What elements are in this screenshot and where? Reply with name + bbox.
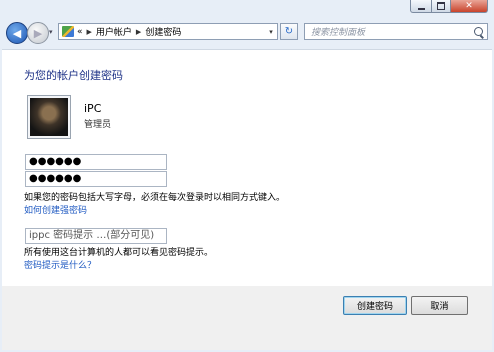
chevron-right-icon: ▶ (135, 27, 142, 36)
password-hint-field[interactable]: ippc 密码提示 …(部分可见) (25, 228, 167, 244)
breadcrumb-item-user-accounts[interactable]: 用户帐户 (96, 25, 132, 38)
history-dropdown-icon[interactable]: ▾ (49, 28, 53, 36)
maximize-icon (437, 2, 445, 10)
minimize-button[interactable] (410, 0, 432, 13)
search-placeholder[interactable]: 搜索控制面板 (305, 25, 365, 38)
window: ✕ ◀ ▶ ▾ « ▶ 用户帐户 ▶ 创建密码 ▾ ↻ 搜索控制面板 为您的帐户… (0, 0, 494, 352)
password-hint-link[interactable]: 密码提示是什么？ (24, 258, 96, 271)
maximize-button[interactable] (432, 0, 451, 13)
search-icon[interactable] (474, 27, 483, 36)
navigation-bar: ◀ ▶ ▾ « ▶ 用户帐户 ▶ 创建密码 ▾ ↻ 搜索控制面板 (0, 18, 494, 46)
breadcrumb-item-create-password[interactable]: 创建密码 (145, 25, 181, 38)
breadcrumb-overflow[interactable]: « (77, 27, 83, 37)
user-picture (30, 98, 68, 136)
back-arrow-icon: ◀ (12, 26, 22, 40)
main-content: 为您的帐户创建密码 iPC 管理员 ●●●●●● ●●●●●● 如果您的密码包括… (2, 49, 492, 287)
refresh-icon: ↻ (284, 26, 294, 37)
chevron-right-icon: ▶ (86, 27, 92, 36)
close-button[interactable]: ✕ (451, 0, 488, 13)
address-bar[interactable]: « ▶ 用户帐户 ▶ 创建密码 ▾ (58, 23, 278, 40)
confirm-password-field[interactable]: ●●●●●● (25, 171, 167, 187)
control-panel-icon (62, 26, 74, 37)
user-name: iPC (84, 102, 102, 115)
new-password-field[interactable]: ●●●●●● (25, 154, 167, 170)
button-bar: 创建密码 取消 (2, 286, 492, 350)
close-icon: ✕ (465, 1, 473, 11)
back-button[interactable]: ◀ (6, 22, 28, 44)
user-role: 管理员 (84, 120, 112, 130)
forward-arrow-icon: ▶ (33, 26, 43, 40)
search-box[interactable]: 搜索控制面板 (304, 23, 488, 40)
forward-button[interactable]: ▶ (27, 22, 49, 44)
page-title: 为您的帐户创建密码 (24, 69, 123, 82)
caps-lock-note: 如果您的密码包括大写字母，必须在每次登录时以相同方式键入。 (24, 193, 286, 203)
cancel-button[interactable]: 取消 (411, 296, 468, 315)
avatar (27, 95, 71, 139)
address-dropdown-icon[interactable]: ▾ (265, 28, 277, 36)
title-bar: ✕ (0, 0, 494, 18)
window-controls: ✕ (410, 0, 488, 13)
create-password-button[interactable]: 创建密码 (343, 296, 407, 315)
refresh-button[interactable]: ↻ (280, 23, 298, 40)
minimize-icon (417, 7, 425, 10)
strong-password-link[interactable]: 如何创建强密码 (24, 203, 87, 216)
hint-visibility-note: 所有使用这台计算机的人都可以看见密码提示。 (24, 248, 214, 258)
